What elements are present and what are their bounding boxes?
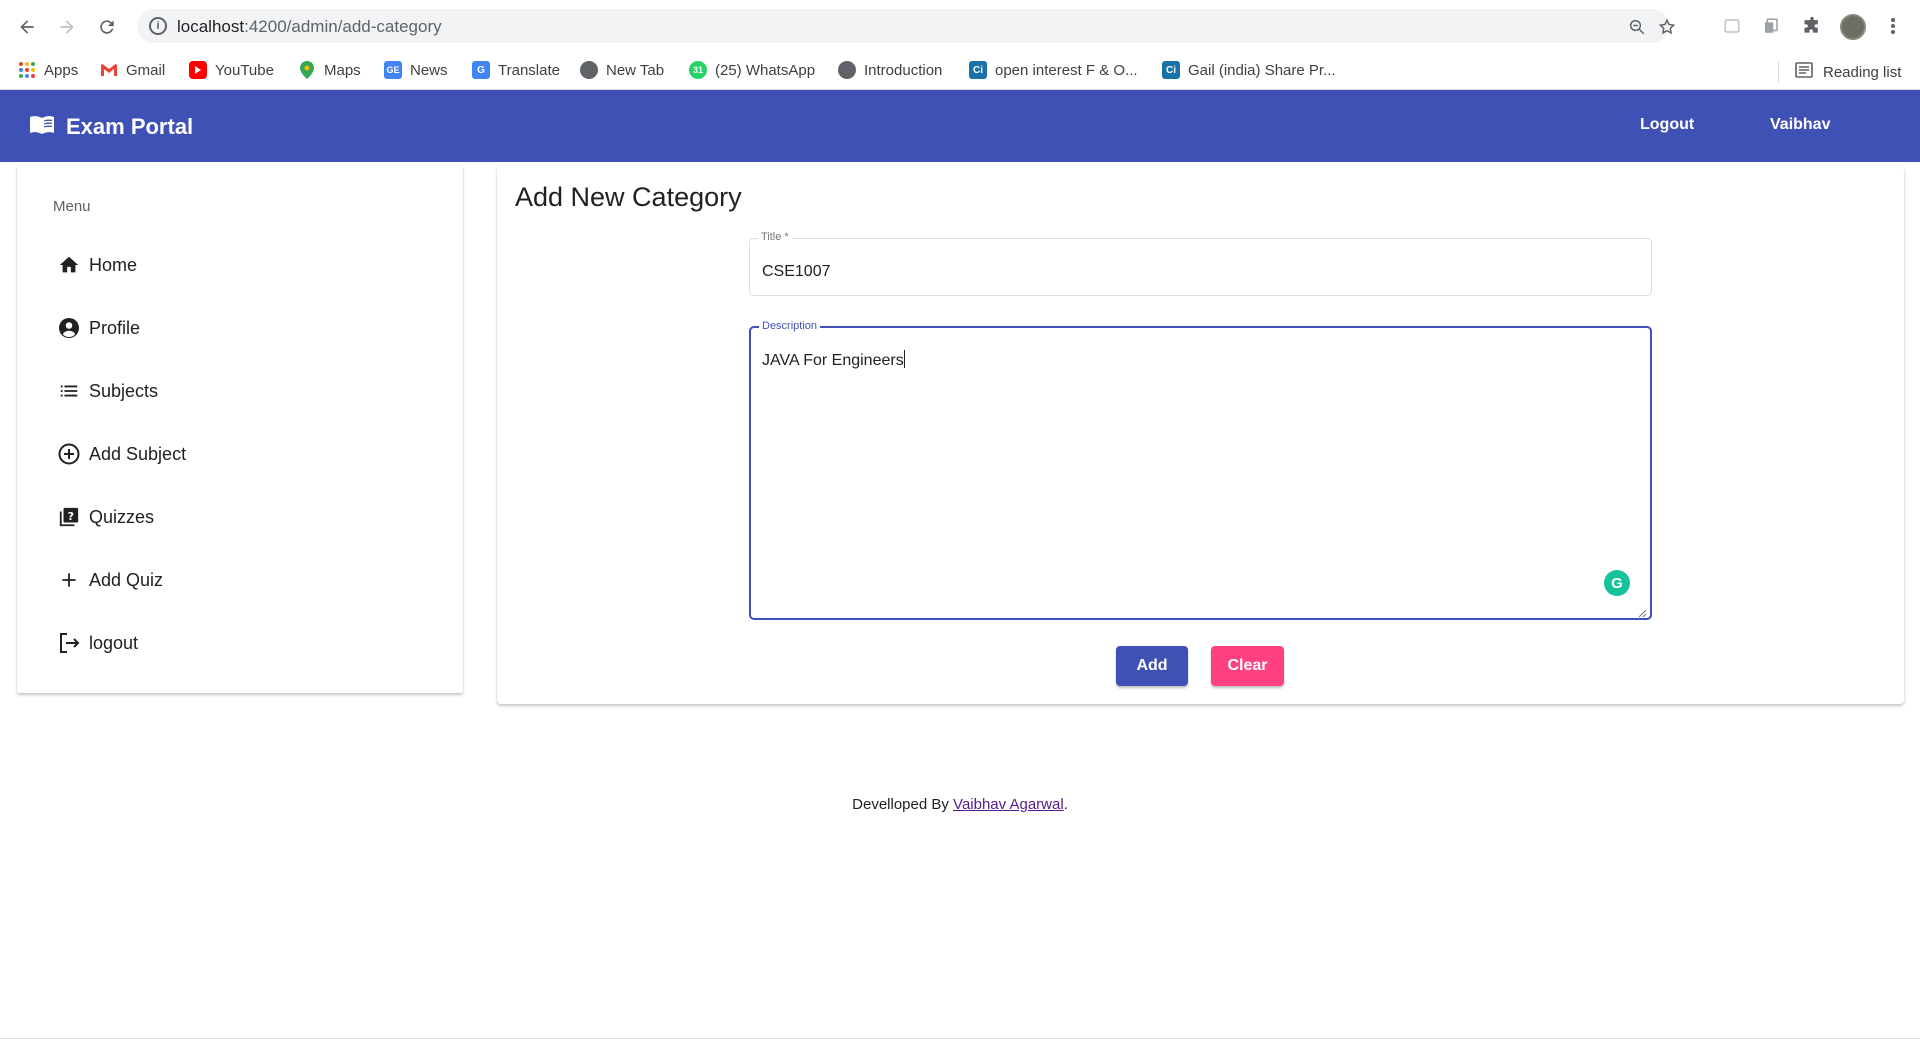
menu-subheader: Menu	[53, 198, 91, 215]
home-icon	[57, 253, 81, 277]
bookmark-whatsapp[interactable]: 31 (25) WhatsApp	[689, 61, 815, 79]
ci-icon: Ci	[969, 61, 987, 79]
forward-icon[interactable]	[52, 12, 82, 42]
bookmark-youtube[interactable]: YouTube	[189, 61, 274, 79]
bookmark-label: YouTube	[215, 61, 274, 79]
sidebar-item-logout[interactable]: logout	[57, 623, 138, 663]
profile-avatar[interactable]	[1840, 14, 1866, 40]
bookmark-maps[interactable]: Maps	[298, 61, 361, 79]
description-textarea[interactable]: JAVA For Engineers	[762, 350, 905, 370]
quiz-icon: ?	[57, 505, 81, 529]
sidebar-item-label: Subjects	[89, 380, 159, 401]
reload-icon[interactable]	[92, 12, 122, 42]
list-icon	[57, 379, 81, 403]
bookmark-introduction[interactable]: Introduction	[838, 61, 942, 79]
author-link[interactable]: Vaibhav Agarwal	[953, 796, 1064, 813]
grammarly-icon[interactable]: G	[1604, 570, 1630, 596]
sidebar-item-label: logout	[89, 632, 139, 653]
footer-prefix: Develloped By	[852, 796, 954, 813]
bookmark-label: News	[410, 61, 448, 79]
maps-pin-icon	[298, 61, 316, 79]
reading-list-icon	[1795, 62, 1813, 82]
sidebar-item-subjects[interactable]: Subjects	[57, 371, 158, 411]
footer: Develloped By Vaibhav Agarwal.	[0, 796, 1920, 813]
user-link[interactable]: Vaibhav	[1770, 116, 1830, 134]
app-toolbar: Exam Portal Logout Vaibhav	[0, 90, 1920, 162]
bookmark-label: New Tab	[606, 61, 665, 79]
clear-button[interactable]: Clear	[1211, 646, 1284, 686]
description-field-label: Description	[759, 320, 821, 332]
menu-book-icon	[28, 112, 56, 141]
title-field[interactable]: Title * CSE1007	[749, 231, 1652, 296]
bookmark-gmail[interactable]: Gmail	[100, 61, 165, 79]
add-circle-icon	[57, 442, 81, 466]
ci-icon: Ci	[1162, 61, 1180, 79]
bookmark-label: Maps	[324, 61, 361, 79]
extension-pocket-icon[interactable]	[1721, 15, 1743, 37]
account-circle-icon	[57, 316, 81, 340]
sidebar-item-add-quiz[interactable]: Add Quiz	[57, 560, 163, 600]
bookmark-translate[interactable]: G Translate	[472, 61, 560, 79]
gmail-icon	[100, 61, 118, 79]
resize-handle-icon[interactable]	[1637, 605, 1647, 618]
url-text[interactable]: localhost:4200/admin/add-category	[177, 17, 442, 37]
logout-icon	[57, 631, 81, 655]
whatsapp-icon: 31	[689, 61, 707, 79]
bookmark-label: Apps	[44, 61, 79, 79]
title-field-label: Title *	[758, 231, 792, 243]
sidebar-item-quizzes[interactable]: ? Quizzes	[57, 497, 154, 537]
sidebar-item-label: Home	[89, 254, 138, 275]
globe-icon	[838, 61, 856, 79]
url-omnibox[interactable]: i localhost:4200/admin/add-category	[137, 9, 1676, 43]
back-icon[interactable]	[12, 12, 42, 42]
bookmark-star-icon[interactable]	[1657, 17, 1677, 37]
plus-icon	[57, 568, 81, 592]
news-icon: GE	[384, 61, 402, 79]
sidebar-item-label: Profile	[89, 317, 141, 338]
more-vert-icon[interactable]	[1882, 15, 1904, 37]
youtube-icon	[189, 61, 207, 79]
title-input[interactable]: CSE1007	[762, 263, 831, 281]
translate-icon: G	[472, 61, 490, 79]
bookmark-apps[interactable]: Apps	[18, 61, 78, 79]
page-title: Add New Category	[515, 182, 742, 212]
bookmark-label: Gmail	[126, 61, 166, 79]
sidebar-item-label: Add Quiz	[89, 569, 164, 590]
sidebar-item-label: Add Subject	[89, 443, 187, 464]
extension-copy-icon[interactable]	[1760, 15, 1782, 37]
bookmark-label: Gail (india) Share Pr...	[1188, 61, 1336, 79]
description-field[interactable]: Description JAVA For Engineers G	[749, 320, 1652, 620]
sidebar-item-label: Quizzes	[89, 506, 155, 527]
add-button[interactable]: Add	[1116, 646, 1188, 686]
apps-grid-icon	[18, 61, 36, 79]
bookmarks-bar: Apps Gmail YouTube Maps GE News G Transl…	[0, 52, 1920, 90]
sidebar-nav: Menu Home Profile Subjects Add Subject ?…	[17, 166, 463, 693]
zoom-icon[interactable]	[1627, 17, 1647, 37]
logout-link[interactable]: Logout	[1640, 116, 1694, 134]
svg-text:?: ?	[68, 510, 74, 523]
sidebar-item-home[interactable]: Home	[57, 245, 137, 285]
footer-suffix: .	[1063, 796, 1068, 813]
bookmark-label: open interest F & O...	[995, 61, 1138, 79]
reading-list-button[interactable]: Reading list	[1778, 61, 1901, 83]
bookmark-new-tab[interactable]: New Tab	[580, 61, 664, 79]
bookmark-gail-share[interactable]: Ci Gail (india) Share Pr...	[1162, 61, 1336, 79]
bookmark-open-interest[interactable]: Ci open interest F & O...	[969, 61, 1138, 79]
sidebar-item-profile[interactable]: Profile	[57, 308, 140, 348]
globe-icon	[580, 61, 598, 79]
brand[interactable]: Exam Portal	[28, 112, 193, 141]
add-category-card: Add New Category Title * CSE1007 Descrip…	[497, 166, 1904, 704]
app-title: Exam Portal	[66, 113, 194, 139]
extensions-puzzle-icon[interactable]	[1801, 15, 1823, 37]
bookmark-label: Introduction	[864, 61, 943, 79]
reading-list-label: Reading list	[1823, 63, 1902, 81]
site-info-icon[interactable]: i	[149, 17, 167, 35]
divider	[0, 1038, 1920, 1039]
sidebar-item-add-subject[interactable]: Add Subject	[57, 434, 186, 474]
browser-address-bar: i localhost:4200/admin/add-category	[0, 0, 1920, 52]
bookmark-label: (25) WhatsApp	[715, 61, 816, 79]
bookmark-news[interactable]: GE News	[384, 61, 448, 79]
bookmark-label: Translate	[498, 61, 560, 79]
